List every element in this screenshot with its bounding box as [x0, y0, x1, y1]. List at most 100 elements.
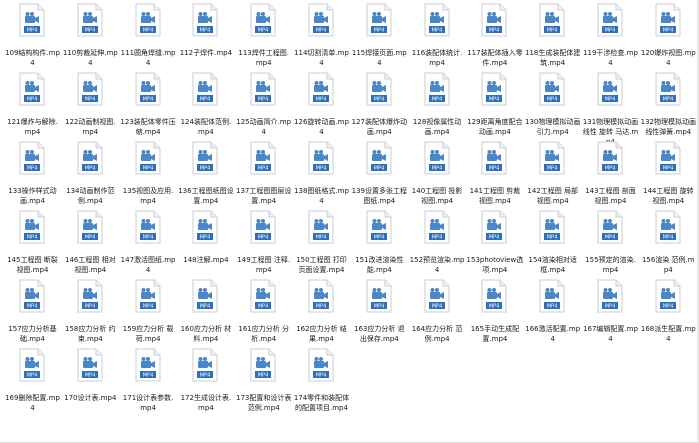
mp4-video-file-icon: MP4: [135, 72, 161, 106]
file-item[interactable]: MP4 141工程图 剪裁视图.mp4: [466, 138, 523, 216]
file-item[interactable]: MP4 166激活配置.mp4: [524, 276, 581, 354]
file-item[interactable]: MP4 151改进渲染性能.mp4: [351, 207, 408, 285]
file-item[interactable]: MP4 112子焊件.mp4: [177, 0, 234, 78]
file-item[interactable]: MP4 109结构构件.mp4: [4, 0, 61, 78]
mp4-badge-label: MP4: [142, 373, 153, 379]
file-item[interactable]: MP4 111圆角焊缝.mp4: [120, 0, 177, 78]
file-item[interactable]: MP4 121爆炸与解除.mp4: [4, 69, 61, 147]
file-name-label: 118生成装配体建筑.mp4: [525, 49, 581, 67]
file-item[interactable]: MP4 134动画制作范例.mp4: [62, 138, 119, 216]
mp4-video-file-icon: MP4: [192, 348, 218, 382]
mp4-badge-label: MP4: [663, 166, 674, 172]
file-name-label: 157应力分析基础.mp4: [8, 325, 57, 343]
file-item[interactable]: MP4 165手动生成配置.mp4: [466, 276, 523, 354]
mp4-video-file-icon: MP4: [308, 3, 334, 37]
file-item[interactable]: MP4 163应力分析 退出保存.mp4: [351, 276, 408, 354]
file-item[interactable]: MP4 171设计表参数.mp4: [120, 345, 177, 423]
file-item[interactable]: MP4 160应力分析 材料.mp4: [177, 276, 234, 354]
mp4-badge-label: MP4: [316, 235, 327, 241]
file-item[interactable]: MP4 129距离角度配合动画.mp4: [466, 69, 523, 147]
file-item[interactable]: MP4 113焊件工程图.mp4: [235, 0, 292, 78]
mp4-video-file-icon: MP4: [481, 3, 507, 37]
file-item[interactable]: MP4 136工程图纸图设置.mp4: [177, 138, 234, 216]
mp4-badge-label: MP4: [85, 97, 96, 103]
file-item[interactable]: MP4 157应力分析基础.mp4: [4, 276, 61, 354]
file-item[interactable]: MP4 149工程图 注释.mp4: [235, 207, 292, 285]
file-item[interactable]: MP4 118生成装配体建筑.mp4: [524, 0, 581, 78]
file-name-label: 169删除配置.mp4: [5, 394, 60, 412]
file-item[interactable]: MP4 147激活图纸.mp4: [120, 207, 177, 285]
file-item[interactable]: MP4 126旋转动画.mp4: [293, 69, 350, 147]
file-name-label: 160应力分析 材料.mp4: [180, 325, 232, 343]
mp4-video-file-icon: MP4: [19, 348, 45, 382]
file-item[interactable]: MP4 144工程图 旋转视图.mp4: [640, 138, 697, 216]
mp4-badge-label: MP4: [489, 166, 500, 172]
file-item[interactable]: MP4 142工程图 局部视图.mp4: [524, 138, 581, 216]
file-item[interactable]: MP4 132物理模拟动画 线性弹簧.mp4: [640, 69, 697, 147]
file-name-label: 161应力分析 分析.mp4: [238, 325, 289, 343]
file-item[interactable]: MP4 155预定的渲染.mp4: [582, 207, 639, 285]
file-name-label: 113焊件工程图.mp4: [238, 49, 289, 67]
file-item[interactable]: MP4 167编辑配置.mp4: [582, 276, 639, 354]
file-item[interactable]: MP4 117装配体插入零件.mp4: [466, 0, 523, 78]
file-item[interactable]: MP4 120爆炸视图.mp4: [640, 0, 697, 78]
file-item[interactable]: MP4 133操作样式动画.mp4: [4, 138, 61, 216]
file-item[interactable]: MP4 159应力分析 载荷.mp4: [120, 276, 177, 354]
file-item[interactable]: MP4 173配置和设计表 范例.mp4: [235, 345, 292, 423]
file-name-label: 122动画制视图.mp4: [65, 118, 116, 136]
file-item[interactable]: MP4 125动画简介.mp4: [235, 69, 292, 147]
file-item[interactable]: MP4 139设置多张工程图纸.mp4: [351, 138, 408, 216]
file-item[interactable]: MP4 156渲染 范例.mp4: [640, 207, 697, 285]
file-item[interactable]: MP4 135视图及应用.mp4: [120, 138, 177, 216]
file-item[interactable]: MP4 148注解.mp4: [177, 207, 234, 285]
mp4-video-file-icon: MP4: [655, 141, 681, 175]
file-name-label: 152预览渲染.mp4: [409, 256, 465, 274]
file-item[interactable]: MP4 161应力分析 分析.mp4: [235, 276, 292, 354]
file-item[interactable]: MP4 124装配体范例.mp4: [177, 69, 234, 147]
mp4-badge-label: MP4: [374, 28, 385, 34]
file-item[interactable]: MP4 153photoview选项.mp4: [466, 207, 523, 285]
file-item[interactable]: MP4 152预览渲染.mp4: [409, 207, 466, 285]
file-item[interactable]: MP4 154渲染相对适框.mp4: [524, 207, 581, 285]
file-item[interactable]: MP4 116装配体统计.mp4: [409, 0, 466, 78]
file-item[interactable]: MP4 110剪裁延伸.mp4: [62, 0, 119, 78]
mp4-badge-label: MP4: [142, 166, 153, 172]
mp4-video-file-icon: MP4: [77, 279, 103, 313]
file-name-label: 141工程图 剪裁视图.mp4: [469, 187, 521, 205]
mp4-video-file-icon: MP4: [424, 210, 450, 244]
file-item[interactable]: MP4 145工程图 断裂视图.mp4: [4, 207, 61, 285]
file-item[interactable]: MP4 128视像属性动画.mp4: [409, 69, 466, 147]
file-name-label: 144工程图 旋转视图.mp4: [643, 187, 694, 205]
file-item[interactable]: MP4 150工程图 打印页面设置.mp4: [293, 207, 350, 285]
file-item[interactable]: MP4 172生成设计表.mp4: [177, 345, 234, 423]
file-item[interactable]: MP4 138图纸格式.mp4: [293, 138, 350, 216]
file-item[interactable]: MP4 143工程图 剖面视图.mp4: [582, 138, 639, 216]
file-name-label: 127装配体爆炸动画.mp4: [351, 118, 407, 136]
file-item[interactable]: MP4 123装配体零件压缩.mp4: [120, 69, 177, 147]
file-item[interactable]: MP4 127装配体爆炸动画.mp4: [351, 69, 408, 147]
mp4-video-file-icon: MP4: [192, 279, 218, 313]
mp4-video-file-icon: MP4: [655, 3, 681, 37]
mp4-badge-label: MP4: [258, 304, 269, 310]
file-item[interactable]: MP4 168派生配置.mp4: [640, 276, 697, 354]
file-item[interactable]: MP4 122动画制视图.mp4: [62, 69, 119, 147]
file-name-label: 149工程图 注释.mp4: [237, 256, 291, 274]
file-item[interactable]: MP4 114切割清单.mp4: [293, 0, 350, 78]
file-item[interactable]: MP4 137工程图图层设置.mp4: [235, 138, 292, 216]
file-item[interactable]: MP4 174零件和装配体的配置项目.mp4: [293, 345, 350, 423]
file-item[interactable]: MP4 146工程图 相对视图.mp4: [62, 207, 119, 285]
file-item[interactable]: MP4 164应力分析 范例.mp4: [409, 276, 466, 354]
file-item[interactable]: MP4 170设计表.mp4: [62, 345, 119, 423]
file-name-label: 155预定的渲染.mp4: [585, 256, 636, 274]
file-item[interactable]: MP4 130物理模拟动画 引力.mp4: [524, 69, 581, 147]
mp4-video-file-icon: MP4: [655, 72, 681, 106]
file-item[interactable]: MP4 140工程图 投影视图.mp4: [409, 138, 466, 216]
file-item[interactable]: MP4131物理模拟动画 线性 旋转 马达.mp4: [582, 69, 639, 147]
file-item[interactable]: MP4 162应力分析 结果.mp4: [293, 276, 350, 354]
file-name-label: 148注解.mp4: [183, 256, 229, 264]
file-item[interactable]: MP4 169删除配置.mp4: [4, 345, 61, 423]
file-item[interactable]: MP4 119干涉检查.mp4: [582, 0, 639, 78]
file-item[interactable]: MP4 115焊接页面.mp4: [351, 0, 408, 78]
mp4-video-file-icon: MP4: [597, 72, 623, 106]
file-item[interactable]: MP4 158应力分析 约束.mp4: [62, 276, 119, 354]
